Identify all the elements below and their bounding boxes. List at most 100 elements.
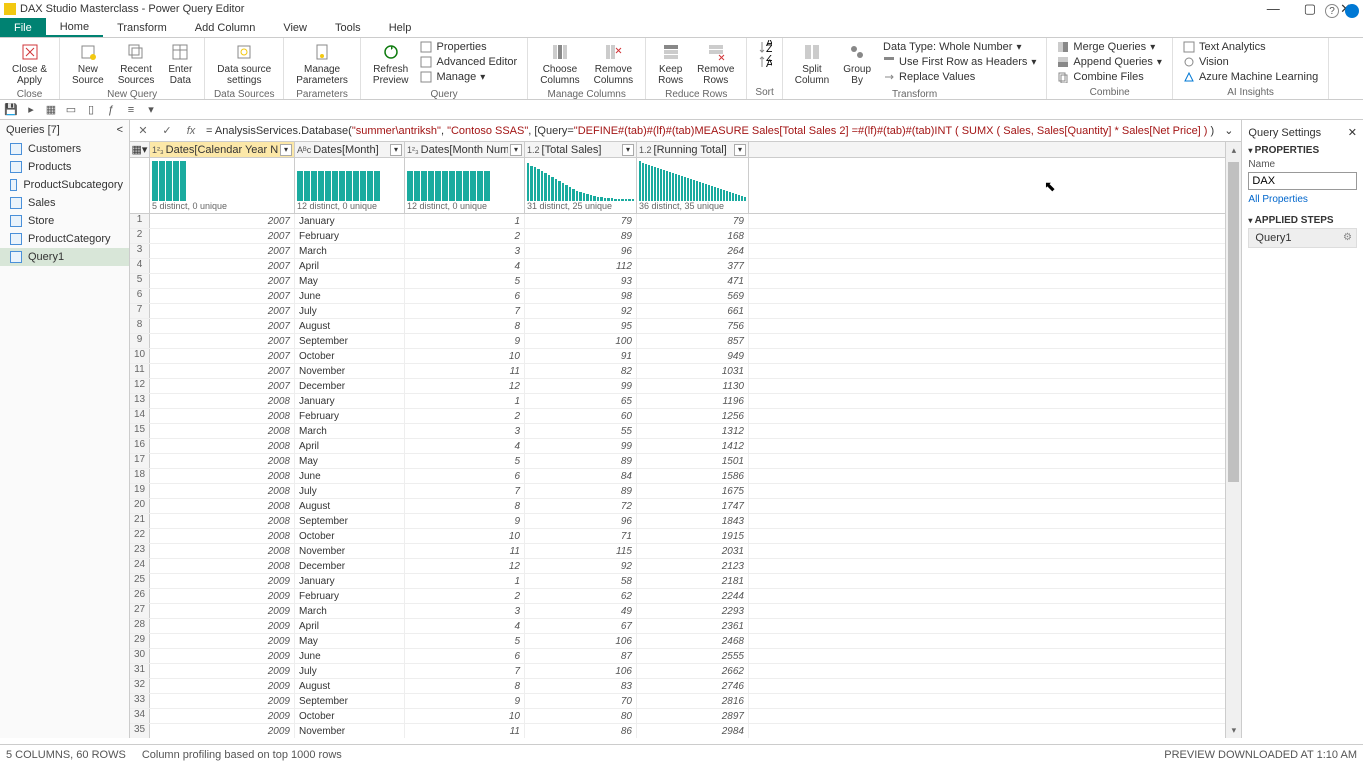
data-row[interactable]: 12007January17979 bbox=[130, 214, 1225, 229]
cell[interactable]: 2007 bbox=[150, 379, 295, 393]
replace-values-button[interactable]: Replace Values bbox=[881, 70, 1038, 84]
tab-addcolumn[interactable]: Add Column bbox=[181, 18, 270, 37]
cell[interactable]: 65 bbox=[525, 394, 637, 408]
data-type-button[interactable]: Data Type: Whole Number ▾ bbox=[881, 40, 1038, 54]
cell[interactable]: 106 bbox=[525, 634, 637, 648]
cell[interactable]: 2 bbox=[405, 409, 525, 423]
query-item-query1[interactable]: Query1 bbox=[0, 248, 129, 266]
cell[interactable]: 1 bbox=[405, 574, 525, 588]
type-icon[interactable]: Aᴮc bbox=[297, 145, 311, 155]
cell[interactable]: July bbox=[295, 664, 405, 678]
data-row[interactable]: 22007February289168 bbox=[130, 229, 1225, 244]
data-row[interactable]: 202008August8721747 bbox=[130, 499, 1225, 514]
column-filter-button[interactable]: ▾ bbox=[510, 144, 522, 156]
data-row[interactable]: 332009September9702816 bbox=[130, 694, 1225, 709]
cell[interactable]: November bbox=[295, 364, 405, 378]
cell[interactable]: 6 bbox=[405, 289, 525, 303]
cell[interactable]: 96 bbox=[525, 244, 637, 258]
cell[interactable]: 8 bbox=[405, 499, 525, 513]
cell[interactable]: 8 bbox=[405, 679, 525, 693]
cell[interactable]: October bbox=[295, 709, 405, 723]
text-analytics-button[interactable]: Text Analytics bbox=[1181, 40, 1320, 54]
cell[interactable]: 2008 bbox=[150, 484, 295, 498]
cell[interactable]: 10 bbox=[405, 709, 525, 723]
merge-queries-button[interactable]: Merge Queries ▾ bbox=[1055, 40, 1164, 54]
query-item-customers[interactable]: Customers bbox=[0, 140, 129, 158]
keep-rows-button[interactable]: Keep Rows bbox=[654, 40, 687, 88]
cell[interactable]: 7 bbox=[405, 484, 525, 498]
combine-files-button[interactable]: Combine Files bbox=[1055, 70, 1164, 84]
cell[interactable]: 2123 bbox=[637, 559, 749, 573]
data-source-settings-button[interactable]: Data source settings bbox=[213, 40, 275, 88]
cell[interactable]: 112 bbox=[525, 259, 637, 273]
data-row[interactable]: 272009March3492293 bbox=[130, 604, 1225, 619]
cell[interactable]: 2007 bbox=[150, 274, 295, 288]
cell[interactable]: 92 bbox=[525, 559, 637, 573]
cell[interactable]: 4 bbox=[405, 619, 525, 633]
cell[interactable]: June bbox=[295, 649, 405, 663]
cell[interactable]: 1412 bbox=[637, 439, 749, 453]
cell[interactable]: February bbox=[295, 409, 405, 423]
cell[interactable]: 2008 bbox=[150, 469, 295, 483]
cell[interactable]: 2009 bbox=[150, 649, 295, 663]
cell[interactable]: 1747 bbox=[637, 499, 749, 513]
data-row[interactable]: 152008March3551312 bbox=[130, 424, 1225, 439]
refresh-preview-button[interactable]: Refresh Preview bbox=[369, 40, 413, 88]
qat-fx-icon[interactable]: ƒ bbox=[104, 103, 118, 117]
cell[interactable]: 11 bbox=[405, 724, 525, 738]
cell[interactable]: 661 bbox=[637, 304, 749, 318]
cell[interactable]: 569 bbox=[637, 289, 749, 303]
properties-section[interactable]: PROPERTIES bbox=[1248, 145, 1357, 156]
cell[interactable]: 58 bbox=[525, 574, 637, 588]
data-row[interactable]: 292009May51062468 bbox=[130, 634, 1225, 649]
cell[interactable]: 2984 bbox=[637, 724, 749, 738]
data-row[interactable]: 342009October10802897 bbox=[130, 709, 1225, 724]
cell[interactable]: 9 bbox=[405, 694, 525, 708]
split-column-button[interactable]: Split Column bbox=[791, 40, 833, 88]
minimize-button[interactable]: — bbox=[1267, 1, 1280, 17]
cell[interactable]: 1675 bbox=[637, 484, 749, 498]
cell[interactable]: May bbox=[295, 274, 405, 288]
cell[interactable]: 2007 bbox=[150, 304, 295, 318]
query-item-products[interactable]: Products bbox=[0, 158, 129, 176]
cell[interactable]: 70 bbox=[525, 694, 637, 708]
cell[interactable]: 1843 bbox=[637, 514, 749, 528]
query-item-sales[interactable]: Sales bbox=[0, 194, 129, 212]
query-item-productcategory[interactable]: ProductCategory bbox=[0, 230, 129, 248]
cell[interactable]: 11 bbox=[405, 544, 525, 558]
cell[interactable]: 4 bbox=[405, 259, 525, 273]
collapse-queries-icon[interactable]: < bbox=[117, 124, 123, 136]
cell[interactable]: 1586 bbox=[637, 469, 749, 483]
data-row[interactable]: 122007December12991130 bbox=[130, 379, 1225, 394]
tab-home[interactable]: Home bbox=[46, 18, 103, 37]
cell[interactable]: January bbox=[295, 394, 405, 408]
cell[interactable]: 2746 bbox=[637, 679, 749, 693]
cell[interactable]: 89 bbox=[525, 454, 637, 468]
cell[interactable]: 471 bbox=[637, 274, 749, 288]
cell[interactable]: October bbox=[295, 349, 405, 363]
cell[interactable]: March bbox=[295, 244, 405, 258]
cell[interactable]: 2007 bbox=[150, 334, 295, 348]
cell[interactable]: February bbox=[295, 229, 405, 243]
cell[interactable]: December bbox=[295, 379, 405, 393]
cell[interactable]: 756 bbox=[637, 319, 749, 333]
cell[interactable]: 92 bbox=[525, 304, 637, 318]
data-row[interactable]: 262009February2622244 bbox=[130, 589, 1225, 604]
cell[interactable]: 1 bbox=[405, 394, 525, 408]
qat-stack-icon[interactable]: ≡ bbox=[124, 103, 138, 117]
cell[interactable]: 2007 bbox=[150, 319, 295, 333]
data-row[interactable]: 352009November11862984 bbox=[130, 724, 1225, 738]
cell[interactable]: 2007 bbox=[150, 229, 295, 243]
cell[interactable]: 6 bbox=[405, 649, 525, 663]
data-row[interactable]: 282009April4672361 bbox=[130, 619, 1225, 634]
cell[interactable]: 2008 bbox=[150, 409, 295, 423]
data-row[interactable]: 222008October10711915 bbox=[130, 529, 1225, 544]
cancel-formula-button[interactable]: ✕ bbox=[134, 122, 152, 140]
scroll-up-icon[interactable]: ▴ bbox=[1226, 142, 1241, 158]
cell[interactable]: 2181 bbox=[637, 574, 749, 588]
cell[interactable]: 86 bbox=[525, 724, 637, 738]
data-row[interactable]: 72007July792661 bbox=[130, 304, 1225, 319]
cell[interactable]: June bbox=[295, 289, 405, 303]
cell[interactable]: 2009 bbox=[150, 574, 295, 588]
column-header[interactable]: 1.2[Total Sales]▾ bbox=[525, 142, 637, 157]
